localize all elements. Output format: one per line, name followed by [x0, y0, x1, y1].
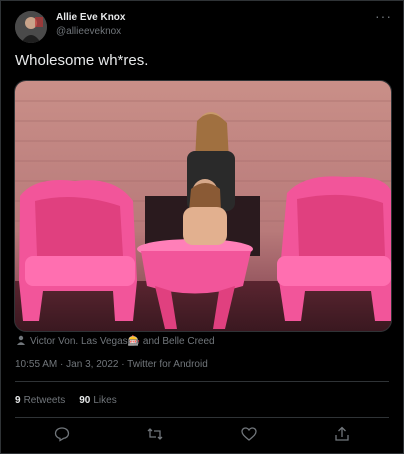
avatar[interactable]	[15, 11, 47, 43]
tweet-meta: 10:55 AM · Jan 3, 2022 · Twitter for And…	[15, 359, 208, 370]
meta-separator: ·	[60, 359, 64, 370]
retweets-count: 9	[15, 395, 21, 406]
tagged-users[interactable]: Victor Von. Las Vegas🎰 and Belle Creed	[16, 335, 215, 348]
person-icon	[16, 335, 26, 348]
tweet-source[interactable]: Twitter for Android	[127, 359, 208, 370]
more-icon[interactable]: ···	[375, 8, 392, 24]
user-handle[interactable]: @allieeveknox	[56, 26, 121, 37]
tweet-photo[interactable]	[14, 80, 392, 332]
likes-count: 90	[79, 395, 91, 406]
share-icon[interactable]	[334, 426, 350, 442]
tweet-time[interactable]: 10:55 AM	[15, 359, 57, 370]
tweet-text: Wholesome wh*res.	[15, 52, 149, 69]
tagged-users-text: Victor Von. Las Vegas🎰 and Belle Creed	[30, 336, 215, 347]
retweets-label: Retweets	[23, 395, 66, 406]
likes-stat[interactable]: 90 Likes	[79, 395, 116, 406]
reply-icon[interactable]	[54, 426, 70, 442]
retweets-stat[interactable]: 9 Retweets	[15, 395, 65, 406]
heart-icon[interactable]	[241, 426, 257, 442]
tweet-date[interactable]: Jan 3, 2022	[66, 359, 118, 370]
divider	[15, 381, 389, 382]
display-name[interactable]: Allie Eve Knox	[56, 12, 125, 23]
action-bar	[15, 424, 389, 444]
likes-label: Likes	[93, 395, 117, 406]
meta-separator: ·	[121, 359, 125, 370]
divider	[15, 417, 389, 418]
retweet-icon[interactable]	[147, 426, 163, 442]
tweet-stats: 9 Retweets 90 Likes	[15, 395, 117, 406]
